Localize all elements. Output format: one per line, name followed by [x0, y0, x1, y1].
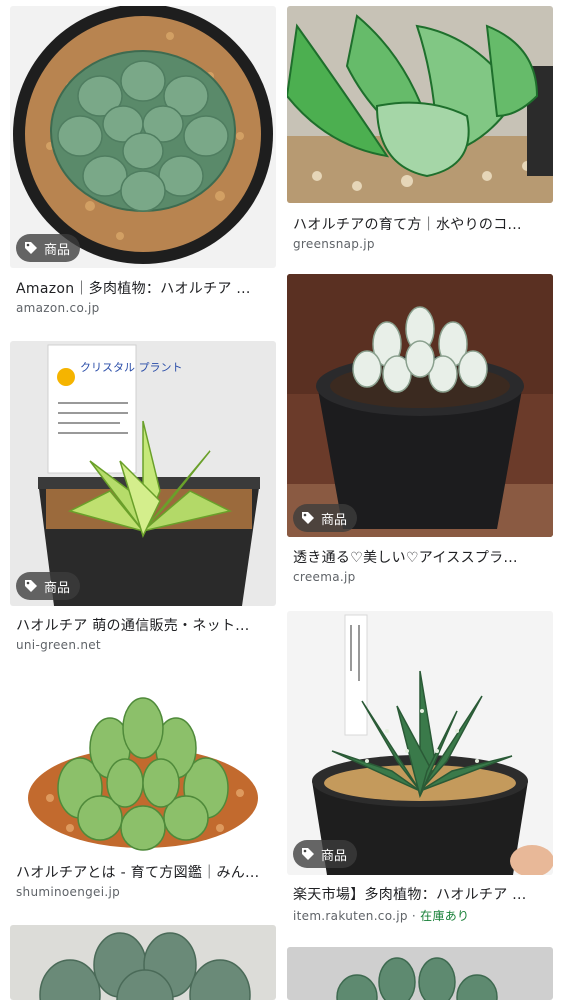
badge-label: 商品: [321, 512, 348, 528]
tag-icon: [301, 511, 315, 525]
result-thumbnail[interactable]: クリスタル プラント 商品: [10, 341, 276, 606]
result-card[interactable]: 商品 楽天市場】多肉植物：ハオルチア ... item.rakuten.co.j…: [287, 611, 553, 931]
result-card[interactable]: [10, 925, 276, 1000]
result-thumbnail[interactable]: [10, 678, 276, 854]
result-card[interactable]: 商品 透き通る♡美しい♡アイススプラ... creema.jp: [287, 274, 553, 594]
result-thumbnail[interactable]: [287, 947, 553, 1000]
result-domain: creema.jp: [293, 570, 356, 584]
result-thumbnail[interactable]: [10, 925, 276, 1000]
result-domain: item.rakuten.co.jp · 在庫あり: [293, 909, 470, 923]
result-title[interactable]: ハオルチアとは - 育て方図鑑｜みん...: [16, 862, 272, 882]
tag-icon: [301, 847, 315, 861]
result-domain: greensnap.jp: [293, 237, 375, 251]
badge-label: 商品: [44, 580, 71, 596]
product-badge: 商品: [16, 234, 81, 262]
result-card[interactable]: ハオルチアの育て方｜水やりのコ... greensnap.jp: [287, 6, 553, 256]
result-title[interactable]: 透き通る♡美しい♡アイススプラ...: [293, 547, 549, 567]
tag-icon: [24, 241, 38, 255]
result-title[interactable]: 楽天市場】多肉植物：ハオルチア ...: [293, 884, 549, 904]
result-title[interactable]: ハオルチア 萌の通信販売・ネット...: [16, 615, 272, 635]
result-domain: uni-green.net: [16, 638, 101, 652]
badge-label: 商品: [321, 848, 348, 864]
result-title[interactable]: Amazon｜多肉植物：ハオルチア ...: [16, 278, 272, 298]
result-card[interactable]: ハオルチアとは - 育て方図鑑｜みん... shuminoengei.jp: [10, 678, 276, 908]
plant-tag-text: クリスタル プラント: [80, 361, 183, 374]
result-thumbnail[interactable]: 商品: [287, 274, 553, 537]
badge-label: 商品: [44, 242, 71, 258]
product-badge: 商品: [16, 572, 81, 600]
product-badge: 商品: [293, 504, 358, 532]
result-domain: shuminoengei.jp: [16, 885, 121, 899]
stock-status: 在庫あり: [420, 909, 470, 923]
result-card[interactable]: クリスタル プラント 商品 ハオルチア 萌の通信販売・ネット... uni-gr…: [10, 341, 276, 652]
result-card[interactable]: [287, 947, 553, 1000]
result-thumbnail[interactable]: [287, 6, 553, 203]
result-thumbnail[interactable]: 商品: [10, 6, 276, 268]
result-card[interactable]: 商品 Amazon｜多肉植物：ハオルチア ... amazon.co.jp: [10, 6, 276, 316]
result-domain: amazon.co.jp: [16, 301, 100, 315]
result-title[interactable]: ハオルチアの育て方｜水やりのコ...: [293, 214, 549, 234]
result-domain-text: item.rakuten.co.jp: [293, 909, 408, 923]
result-thumbnail[interactable]: 商品: [287, 611, 553, 875]
tag-icon: [24, 579, 38, 593]
product-badge: 商品: [293, 840, 358, 868]
